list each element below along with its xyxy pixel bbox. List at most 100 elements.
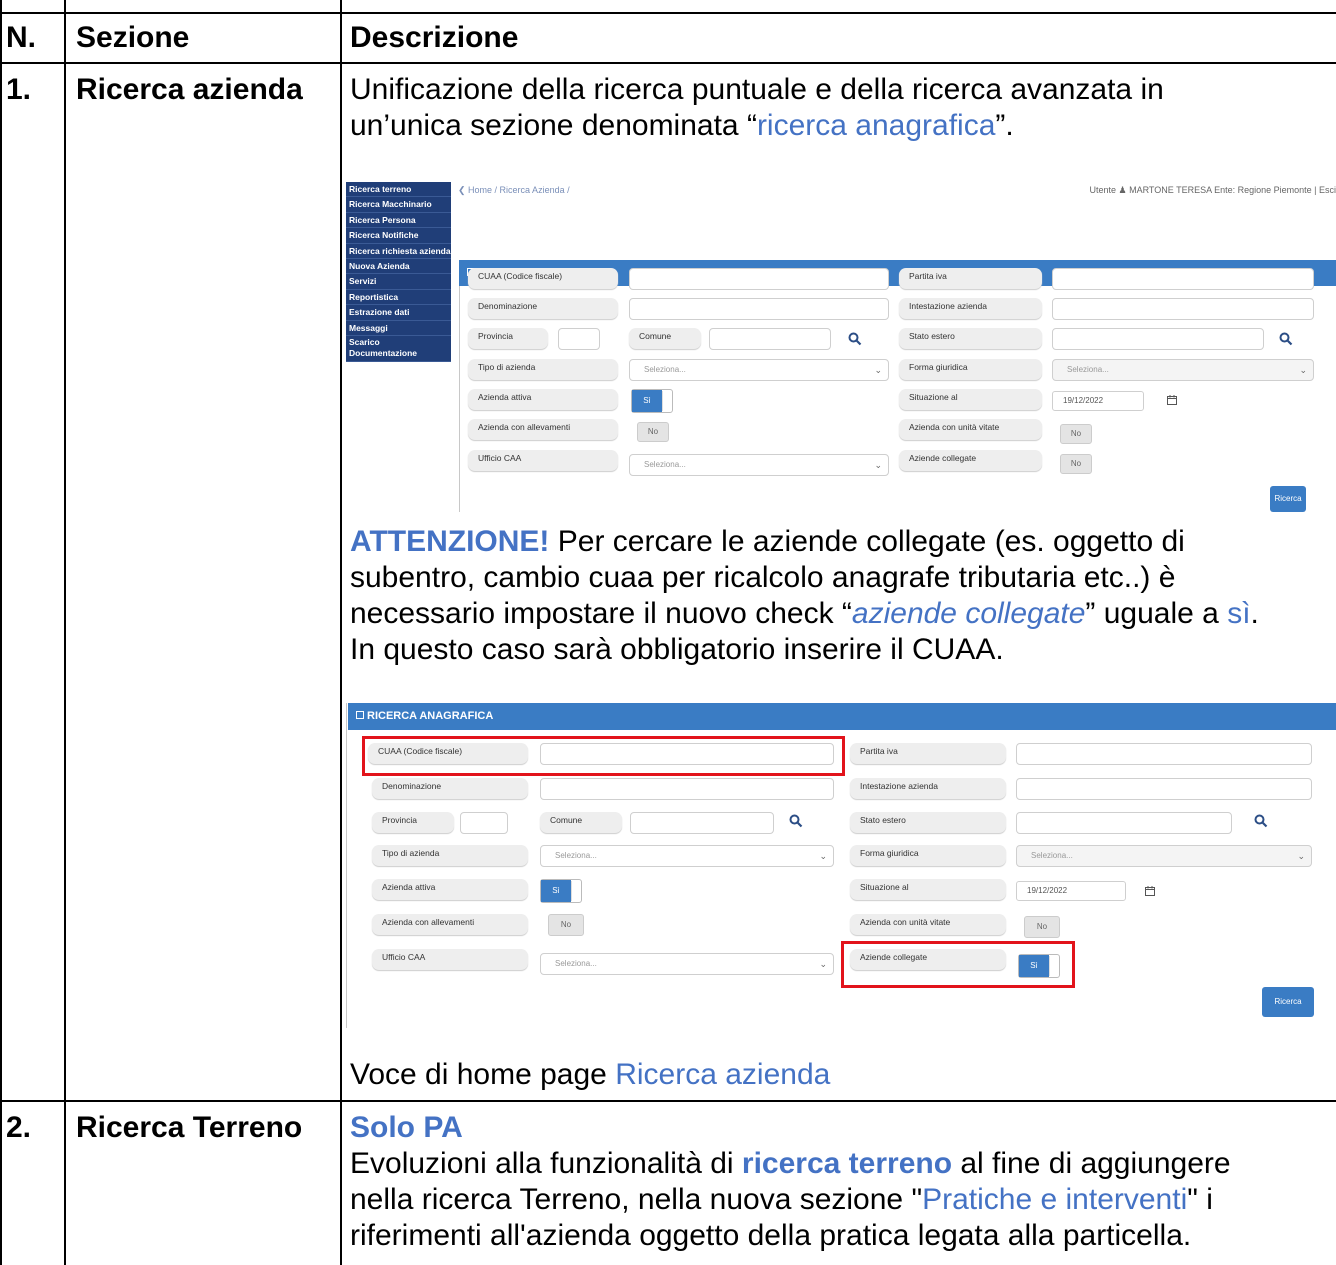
warning-label: ATTENZIONE! xyxy=(350,525,550,558)
menu-item-nuova-azienda[interactable]: Nuova Azienda xyxy=(346,259,451,275)
menu-item-macchinario[interactable]: Ricerca Macchinario xyxy=(346,197,451,213)
label-partita-iva: Partita iva xyxy=(899,268,1042,289)
menu-item-estrazione[interactable]: Estrazione dati xyxy=(346,305,451,321)
provincia-input[interactable] xyxy=(460,812,508,834)
situazione-date-input[interactable]: 19/12/2022 xyxy=(1016,881,1126,901)
search-icon[interactable] xyxy=(789,814,803,828)
search-icon[interactable] xyxy=(848,332,862,346)
situazione-date-input[interactable]: 19/12/2022 xyxy=(1052,391,1144,411)
ufficio-caa-select[interactable]: Seleziona... ⌄ xyxy=(629,454,889,476)
calendar-icon[interactable] xyxy=(1167,395,1177,405)
warning-line4: In questo caso sarà obbligatorio inserir… xyxy=(350,633,1004,666)
label-ufficio-caa: Ufficio CAA xyxy=(468,450,618,471)
partita-iva-input[interactable] xyxy=(1016,743,1312,765)
forma-giuridica-select[interactable]: Seleziona... ⌄ xyxy=(1016,845,1312,867)
table-row-border xyxy=(0,1100,1336,1102)
link-ricerca-anagrafica: ricerca anagrafica xyxy=(756,109,996,142)
table-col1-border xyxy=(64,0,66,1265)
screenshot-ricerca-anagrafica: Ricerca terreno Ricerca Macchinario Rice… xyxy=(344,180,1336,514)
warning-line3: necessario impostare il nuovo check “azi… xyxy=(350,597,1259,630)
link-ricerca-azienda[interactable]: Ricerca azienda xyxy=(615,1058,830,1091)
panel-header[interactable]: RICERCA ANAGRAFICA xyxy=(348,703,1336,730)
row1-desc-line1: Unificazione della ricerca puntuale e de… xyxy=(350,73,1164,106)
label-intestazione: Intestazione azienda xyxy=(850,778,1006,799)
header-num: N. xyxy=(6,21,36,54)
azienda-attiva-toggle[interactable]: Sì xyxy=(631,389,673,413)
menu-item-reportistica[interactable]: Reportistica xyxy=(346,290,451,306)
label-situazione-al: Situazione al xyxy=(899,389,1042,410)
denominazione-input[interactable] xyxy=(540,778,834,800)
label-denominazione: Denominazione xyxy=(372,778,528,799)
label-unita-vitate: Azienda con unità vitate xyxy=(850,914,1006,935)
stato-estero-input[interactable] xyxy=(1052,328,1264,350)
label-forma-giuridica: Forma giuridica xyxy=(899,359,1042,380)
highlight-cuaa xyxy=(362,736,845,776)
label-provincia: Provincia xyxy=(468,328,548,349)
breadcrumb[interactable]: ❮ Home / Ricerca Azienda / xyxy=(458,185,570,196)
menu-item-richiesta[interactable]: Ricerca richiesta azienda xyxy=(346,244,451,259)
cuaa-input[interactable] xyxy=(629,268,889,290)
partita-iva-input[interactable] xyxy=(1052,268,1314,290)
label-comune: Comune xyxy=(540,812,622,833)
chevron-down-icon: ⌄ xyxy=(819,851,827,861)
row1-section: Ricerca azienda xyxy=(76,73,303,106)
highlight-aziende-collegate xyxy=(841,941,1075,988)
warning-line1: ATTENZIONE! Per cercare le aziende colle… xyxy=(350,525,1185,558)
menu-item-notifiche[interactable]: Ricerca Notifiche xyxy=(346,228,451,244)
screenshot-aziende-collegate: RICERCA ANAGRAFICA CUAA (Codice fiscale)… xyxy=(344,703,1336,1028)
label-stato-estero: Stato estero xyxy=(850,812,1006,833)
search-icon[interactable] xyxy=(1254,814,1268,828)
row2-num: 2. xyxy=(6,1111,32,1144)
label-unita-vitate: Azienda con unità vitate xyxy=(899,419,1042,440)
search-button[interactable]: Ricerca xyxy=(1270,486,1306,512)
chevron-down-icon: ⌄ xyxy=(874,460,882,470)
chevron-down-icon: ⌄ xyxy=(1297,851,1305,861)
menu-item-servizi[interactable]: Servizi xyxy=(346,274,451,290)
azienda-attiva-toggle[interactable]: Sì xyxy=(540,879,582,903)
tipo-azienda-select[interactable]: Seleziona... ⌄ xyxy=(540,845,834,867)
unita-vitate-toggle[interactable]: No xyxy=(1060,424,1092,444)
menu-item-persona[interactable]: Ricerca Persona xyxy=(346,213,451,229)
aziende-collegate-toggle[interactable]: No xyxy=(1060,454,1092,474)
label-partita-iva: Partita iva xyxy=(850,743,1006,764)
menu-item-messaggi[interactable]: Messaggi xyxy=(346,321,451,336)
provincia-input[interactable] xyxy=(558,328,600,350)
comune-input[interactable] xyxy=(630,812,774,834)
collapse-icon xyxy=(356,711,364,719)
header-section: Sezione xyxy=(76,21,190,54)
unita-vitate-toggle[interactable]: No xyxy=(1024,916,1060,938)
table-left-border xyxy=(0,0,2,1265)
intestazione-input[interactable] xyxy=(1016,778,1312,800)
label-azienda-attiva: Azienda attiva xyxy=(468,389,618,410)
panel-left-border xyxy=(459,260,460,512)
table-header-border xyxy=(0,62,1336,64)
header-description: Descrizione xyxy=(350,21,519,54)
row1-num: 1. xyxy=(6,73,32,106)
search-button[interactable]: Ricerca xyxy=(1262,987,1314,1017)
denominazione-input[interactable] xyxy=(629,298,889,320)
tipo-azienda-select[interactable]: Seleziona... ⌄ xyxy=(629,359,889,381)
forma-giuridica-select[interactable]: Seleziona... ⌄ xyxy=(1052,359,1314,381)
chevron-down-icon: ⌄ xyxy=(874,365,882,375)
menu-item-terreno[interactable]: Ricerca terreno xyxy=(346,182,451,198)
label-stato-estero: Stato estero xyxy=(899,328,1042,349)
row2-line2: nella ricerca Terreno, nella nuova sezio… xyxy=(350,1183,1213,1216)
calendar-icon[interactable] xyxy=(1145,886,1155,896)
label-tipo-azienda: Tipo di azienda xyxy=(468,359,618,380)
table-col2-border xyxy=(340,0,342,1265)
table-top-border xyxy=(0,12,1336,14)
menu-item-scarico[interactable]: Scarico Documentazione Tecnica xyxy=(346,336,451,362)
label-allevamenti: Azienda con allevamenti xyxy=(372,914,528,935)
ufficio-caa-select[interactable]: Seleziona... ⌄ xyxy=(540,953,834,975)
label-azienda-attiva: Azienda attiva xyxy=(372,879,528,900)
chevron-down-icon: ⌄ xyxy=(819,959,827,969)
row1-desc-line2: un’unica sezione denominata “ricerca ana… xyxy=(350,109,1014,142)
row2-section: Ricerca Terreno xyxy=(76,1111,303,1144)
intestazione-input[interactable] xyxy=(1052,298,1314,320)
search-icon[interactable] xyxy=(1279,332,1293,346)
stato-estero-input[interactable] xyxy=(1016,812,1232,834)
allevamenti-toggle[interactable]: No xyxy=(637,422,669,442)
allevamenti-toggle[interactable]: No xyxy=(548,914,584,936)
chevron-down-icon: ⌄ xyxy=(1299,365,1307,375)
comune-input[interactable] xyxy=(709,328,831,350)
